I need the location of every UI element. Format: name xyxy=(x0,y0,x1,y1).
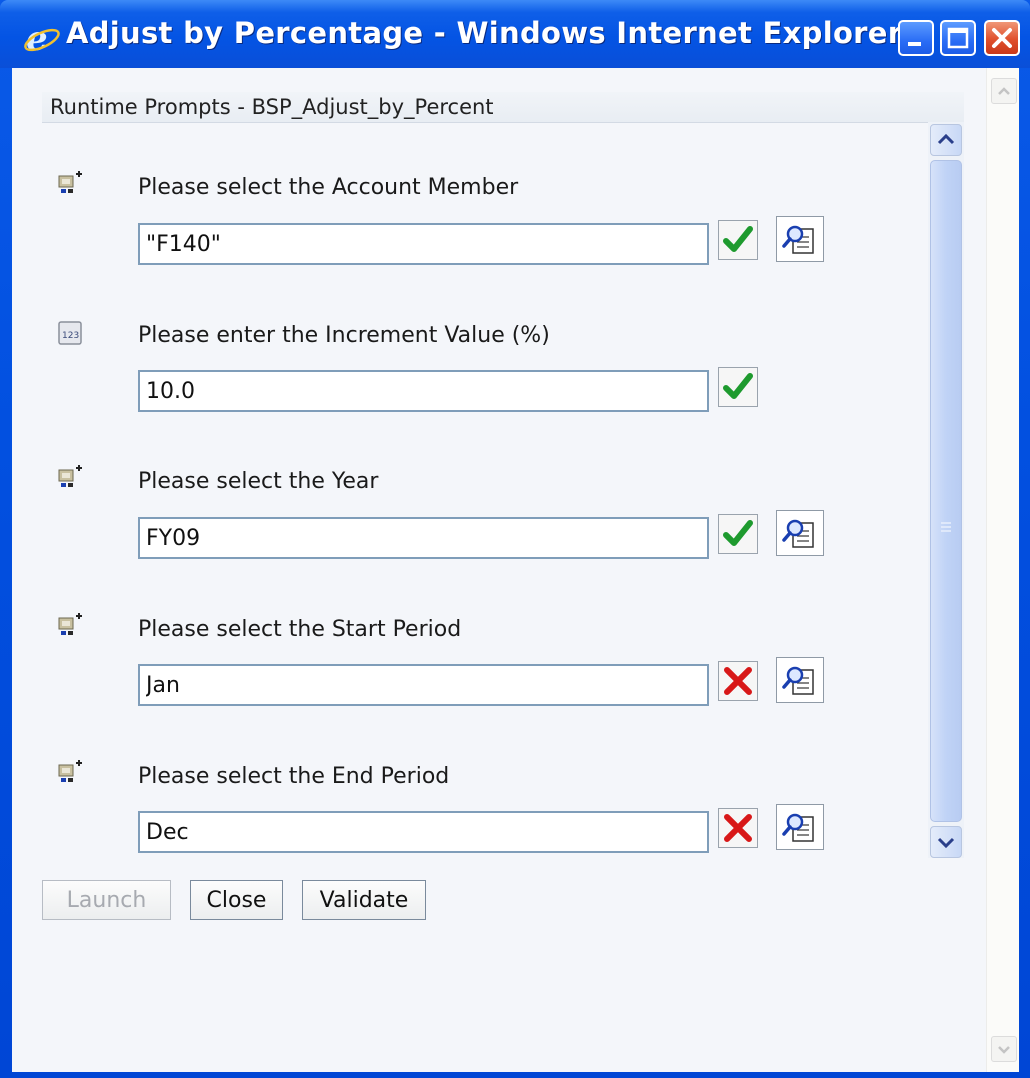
close-window-button[interactable] xyxy=(984,20,1020,56)
close-button[interactable]: Close xyxy=(190,880,283,920)
svg-text:123: 123 xyxy=(62,331,79,341)
member-selection-icon xyxy=(58,465,82,487)
green-checkmark-icon xyxy=(723,520,753,546)
grip-icon xyxy=(941,522,951,532)
magnifier-lookup-icon xyxy=(782,225,814,254)
maximize-icon xyxy=(947,27,969,49)
end-period-label: Please select the End Period xyxy=(138,764,450,789)
account-member-input[interactable] xyxy=(138,223,709,265)
close-icon xyxy=(992,28,1012,48)
prompts-scroll-down-button[interactable] xyxy=(930,826,962,858)
red-x-icon xyxy=(724,814,752,842)
year-valid-status xyxy=(718,514,758,554)
account-member-lookup-button[interactable] xyxy=(776,216,824,262)
page-scrollbar[interactable] xyxy=(986,68,1019,1072)
launch-button[interactable]: Launch xyxy=(42,880,171,920)
prompts-header-title: Runtime Prompts - BSP_Adjust_by_Percent xyxy=(50,95,494,119)
member-selection-icon xyxy=(58,760,82,782)
start-period-lookup-button[interactable] xyxy=(776,657,824,703)
prompts-scroll-thumb[interactable] xyxy=(930,160,962,822)
page-scroll-down-button[interactable] xyxy=(991,1036,1017,1062)
start-period-invalid-status xyxy=(718,661,758,701)
maximize-button[interactable] xyxy=(940,20,976,56)
year-label: Please select the Year xyxy=(138,469,379,494)
green-checkmark-icon xyxy=(723,373,753,399)
browser-window: e Adjust by Percentage - Windows Interne… xyxy=(0,0,1030,1078)
member-selection-icon xyxy=(58,613,82,635)
red-x-icon xyxy=(724,667,752,695)
magnifier-lookup-icon xyxy=(782,519,814,548)
chevron-up-icon xyxy=(937,133,955,145)
end-period-lookup-button[interactable] xyxy=(776,804,824,850)
minimize-icon xyxy=(908,42,921,46)
start-period-input[interactable] xyxy=(138,664,709,706)
minimize-button[interactable] xyxy=(898,20,934,56)
magnifier-lookup-icon xyxy=(782,666,814,695)
page-scroll-up-button[interactable] xyxy=(991,78,1017,104)
chevron-up-icon xyxy=(998,87,1010,95)
title-bar[interactable]: e Adjust by Percentage - Windows Interne… xyxy=(0,0,1030,68)
account-member-valid-status xyxy=(718,220,758,260)
account-member-label: Please select the Account Member xyxy=(138,175,519,200)
green-checkmark-icon xyxy=(723,226,753,252)
start-period-label: Please select the Start Period xyxy=(138,617,462,642)
increment-value-input[interactable] xyxy=(138,370,709,412)
internet-explorer-icon: e xyxy=(24,19,60,58)
chevron-down-icon xyxy=(937,837,955,849)
end-period-input[interactable] xyxy=(138,811,709,853)
validate-button[interactable]: Validate xyxy=(302,880,426,920)
year-lookup-button[interactable] xyxy=(776,510,824,556)
end-period-invalid-status xyxy=(718,808,758,848)
year-input[interactable] xyxy=(138,517,709,559)
window-title: Adjust by Percentage - Windows Internet … xyxy=(66,16,903,50)
chevron-down-icon xyxy=(998,1046,1010,1054)
increment-value-valid-status xyxy=(718,367,758,407)
prompts-scroll-up-button[interactable] xyxy=(930,124,962,156)
numeric-123-icon: 123 xyxy=(58,321,82,345)
magnifier-lookup-icon xyxy=(782,813,814,842)
increment-value-label: Please enter the Increment Value (%) xyxy=(138,323,550,348)
member-selection-icon xyxy=(58,171,82,193)
prompts-scrollbar[interactable] xyxy=(928,122,964,858)
